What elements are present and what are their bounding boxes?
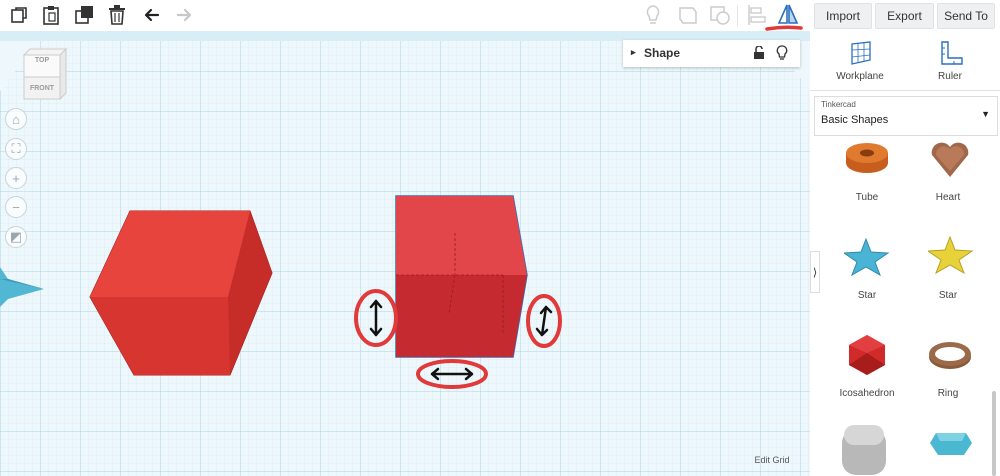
- tube-shape-icon[interactable]: [842, 139, 892, 179]
- library-value: Basic Shapes: [821, 114, 889, 126]
- workplane-canvas[interactable]: TOP FRONT ⌂ ⛶ + − ◩ Edit Grid: [0, 31, 810, 476]
- library-caption: Tinkercad: [821, 100, 856, 109]
- shape-label-ring: Ring: [937, 388, 959, 399]
- view-cube-front-label: FRONT: [29, 85, 55, 92]
- shape-label-star-yellow: Star: [938, 290, 958, 301]
- redo-icon[interactable]: [171, 3, 197, 27]
- ruler-icon[interactable]: [938, 40, 964, 66]
- send-to-button[interactable]: Send To: [937, 3, 995, 29]
- copy-icon[interactable]: [6, 3, 32, 27]
- perspective-icon[interactable]: ◩: [5, 226, 27, 248]
- partial-star-shape[interactable]: [0, 249, 48, 309]
- main-toolbar: [0, 0, 810, 32]
- undo-icon[interactable]: [139, 3, 165, 27]
- shape-inspector-panel: ▸ Shape: [623, 40, 800, 67]
- export-button[interactable]: Export: [875, 3, 934, 29]
- panel-divider: [810, 90, 1000, 91]
- view-cube-top-label: TOP: [34, 57, 50, 64]
- star-yellow-shape-icon[interactable]: [928, 235, 974, 277]
- ring-shape-icon[interactable]: [926, 337, 974, 373]
- width-resize-handle[interactable]: [414, 357, 490, 391]
- star-blue-shape-icon[interactable]: [844, 237, 890, 277]
- toolbar-divider: [737, 6, 738, 26]
- delete-icon[interactable]: [104, 3, 130, 27]
- view-cube[interactable]: [20, 47, 70, 103]
- collapse-panel-button[interactable]: ⟩: [810, 251, 820, 293]
- import-button[interactable]: Import: [814, 3, 872, 29]
- fit-icon[interactable]: ⛶: [5, 138, 27, 160]
- height-resize-handle[interactable]: [352, 287, 400, 349]
- edit-grid-button[interactable]: Edit Grid: [744, 451, 800, 469]
- shape-label-star-blue: Star: [857, 290, 877, 301]
- home-icon[interactable]: ⌂: [5, 108, 27, 130]
- group-icon[interactable]: [675, 3, 701, 27]
- paste-icon[interactable]: [38, 3, 64, 27]
- visibility-bulb-icon[interactable]: [776, 45, 788, 61]
- bulb-icon[interactable]: [640, 3, 666, 27]
- lock-icon[interactable]: [753, 46, 765, 60]
- duplicate-icon[interactable]: [72, 3, 98, 27]
- shape-label-icosahedron: Icosahedron: [839, 388, 895, 399]
- red-box-selected[interactable]: [393, 193, 533, 361]
- chevron-down-icon: ▼: [981, 109, 990, 119]
- ruler-label: Ruler: [938, 71, 962, 82]
- icosahedron-shape-icon[interactable]: [845, 333, 889, 377]
- workplane-icon[interactable]: [848, 40, 874, 66]
- shape-library-select[interactable]: Tinkercad Basic Shapes ▼: [814, 96, 998, 136]
- rounded-box-shape-icon[interactable]: [840, 423, 890, 476]
- panel-scrollbar[interactable]: [992, 391, 996, 476]
- ungroup-icon[interactable]: [707, 3, 733, 27]
- gem-shape-icon[interactable]: [928, 429, 974, 459]
- collapse-arrow-icon[interactable]: ▸: [631, 47, 636, 58]
- shape-label-tube: Tube: [855, 192, 879, 203]
- red-box-left[interactable]: [88, 209, 274, 379]
- workplane-label: Workplane: [836, 71, 884, 82]
- zoom-out-icon[interactable]: −: [5, 196, 27, 218]
- shape-panel-title: Shape: [644, 46, 681, 60]
- zoom-in-icon[interactable]: +: [5, 167, 27, 189]
- heart-shape-icon[interactable]: [928, 137, 972, 181]
- depth-resize-handle[interactable]: [522, 293, 566, 349]
- shape-label-heart: Heart: [935, 192, 961, 203]
